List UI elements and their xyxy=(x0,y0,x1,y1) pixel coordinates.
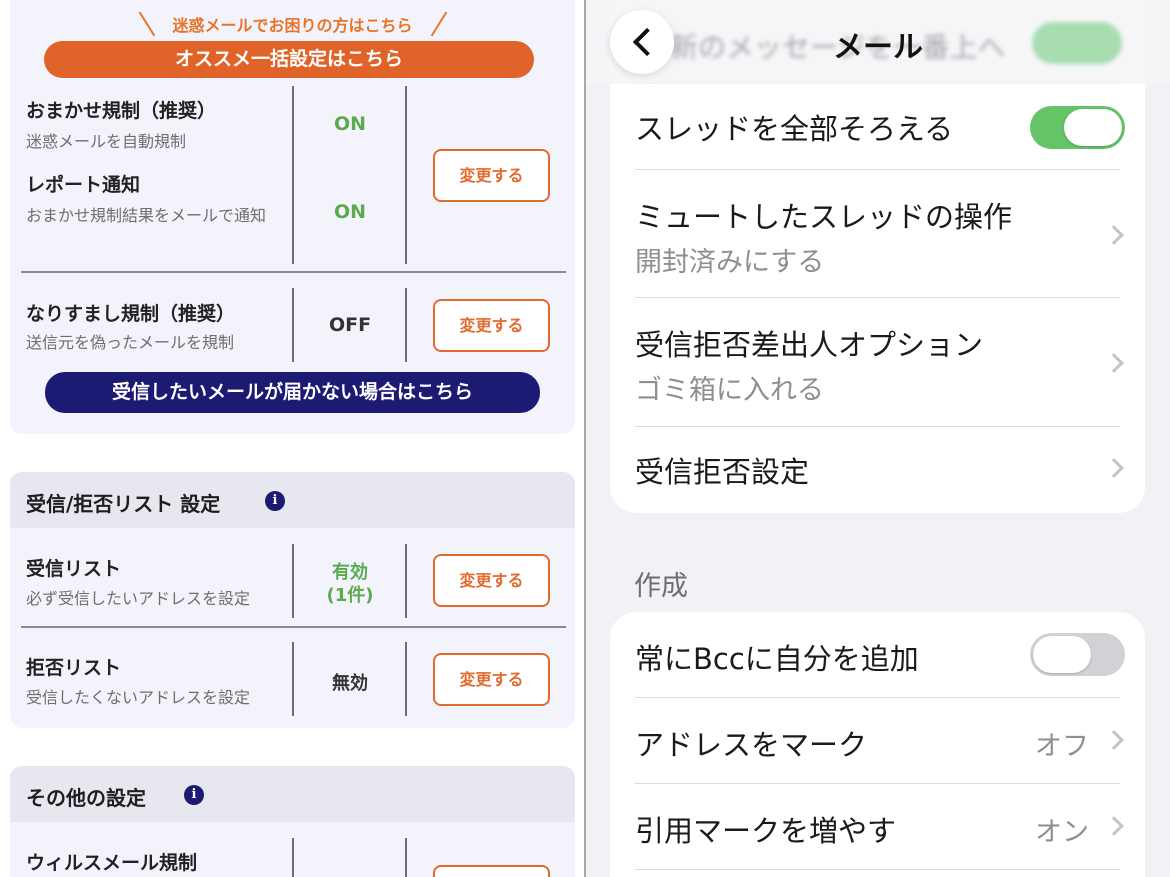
blocked-sender-label: 受信拒否差出人オプション xyxy=(635,328,984,362)
list-settings-header: 受信/拒否リスト 設定 i xyxy=(10,472,575,528)
omakase-change-button[interactable]: 変更する xyxy=(433,149,550,202)
blocked-sender-row[interactable]: 受信拒否差出人オプション ゴミ箱に入れる xyxy=(610,298,1145,426)
quote-level-row[interactable]: 引用マークを増やす オン xyxy=(610,784,1145,869)
muted-thread-value: 開封済みにする xyxy=(635,247,825,278)
other-settings-header: その他の設定 i xyxy=(10,766,575,822)
reject-list-change-button[interactable]: 変更する xyxy=(433,653,550,706)
column-divider xyxy=(405,544,407,618)
row-divider xyxy=(21,271,566,273)
report-desc: おまかせ規制結果をメールで通知 xyxy=(26,206,267,225)
back-button[interactable] xyxy=(610,10,674,74)
mark-address-row[interactable]: アドレスをマーク オフ xyxy=(610,698,1145,783)
virus-filter-change-button[interactable] xyxy=(433,865,550,877)
always-bcc-row[interactable]: 常にBccに自分を追加 xyxy=(610,612,1145,697)
left-spam-settings-panel: 迷惑メールでお困りの方はこちら オススメ一括設定はこちら おまかせ規制（推奨） … xyxy=(0,0,585,877)
omakase-desc: 迷惑メールを自動規制 xyxy=(26,132,187,151)
chevron-right-icon xyxy=(1104,353,1124,373)
not-received-button[interactable]: 受信したいメールが届かない場合はこちら xyxy=(45,372,540,413)
reject-list-desc: 受信したくないアドレスを設定 xyxy=(26,688,251,707)
quote-level-value: オン xyxy=(1035,817,1089,848)
thread-all-label: スレッドを全部そろえる xyxy=(635,112,954,146)
narisumashi-desc: 送信元を偽ったメールを規制 xyxy=(26,333,235,352)
blocked-settings-row[interactable]: 受信拒否設定 xyxy=(610,427,1145,513)
list-settings-title: 受信/拒否リスト 設定 xyxy=(26,492,221,516)
omakase-label: おまかせ規制（推奨） xyxy=(26,100,217,122)
compose-group: 常にBccに自分を追加 アドレスをマーク オフ 引用マークを増やす オン xyxy=(610,612,1145,877)
quote-level-label: 引用マークを増やす xyxy=(635,814,897,848)
column-divider xyxy=(292,86,294,264)
blocked-settings-label: 受信拒否設定 xyxy=(635,455,810,489)
narisumashi-label: なりすまし規制（推奨） xyxy=(26,303,236,325)
narisumashi-status: OFF xyxy=(328,314,372,336)
chevron-right-icon xyxy=(1104,816,1124,836)
column-divider xyxy=(292,642,294,716)
promo-text: 迷惑メールでお困りの方はこちら xyxy=(172,16,413,35)
row-separator xyxy=(635,869,1120,870)
receive-list-desc: 必ず受信したいアドレスを設定 xyxy=(26,589,251,608)
reject-list-label: 拒否リスト xyxy=(26,657,122,679)
other-settings-title: その他の設定 xyxy=(26,786,146,810)
virus-filter-label: ウィルスメール規制 xyxy=(26,852,198,874)
omakase-status: ON xyxy=(333,113,367,135)
column-divider xyxy=(405,838,407,877)
chevron-left-icon xyxy=(632,27,662,57)
thread-all-toggle[interactable] xyxy=(1030,106,1125,149)
mark-address-label: アドレスをマーク xyxy=(635,728,868,762)
receive-list-label: 受信リスト xyxy=(26,558,122,580)
muted-thread-label: ミュートしたスレッドの操作 xyxy=(635,200,1013,234)
receive-list-count: (1件) xyxy=(326,585,374,606)
report-status: ON xyxy=(333,201,367,223)
thread-all-row[interactable]: スレッドを全部そろえる xyxy=(610,84,1145,170)
toggle-knob xyxy=(1064,109,1122,146)
bulk-setting-button[interactable]: オススメ一括設定はこちら xyxy=(44,41,534,78)
chevron-right-icon xyxy=(1104,225,1124,245)
row-divider xyxy=(21,626,566,628)
column-divider xyxy=(405,288,407,362)
right-ios-mail-settings: スレッドを全部そろえる ミュートしたスレッドの操作 開封済みにする 受信拒否差出… xyxy=(586,0,1170,877)
column-divider xyxy=(405,642,407,716)
blocked-sender-value: ゴミ箱に入れる xyxy=(635,375,824,406)
always-bcc-label: 常にBccに自分を追加 xyxy=(635,642,919,676)
info-icon[interactable]: i xyxy=(184,785,204,805)
report-label: レポート通知 xyxy=(26,174,141,196)
always-bcc-toggle[interactable] xyxy=(1030,633,1125,676)
column-divider xyxy=(292,838,294,877)
info-icon[interactable]: i xyxy=(265,491,285,511)
chevron-right-icon xyxy=(1104,730,1124,750)
mark-address-value: オフ xyxy=(1035,731,1089,762)
muted-thread-row[interactable]: ミュートしたスレッドの操作 開封済みにする xyxy=(610,170,1145,298)
column-divider xyxy=(405,86,407,264)
column-divider xyxy=(292,544,294,618)
chevron-right-icon xyxy=(1104,458,1124,478)
compose-section-title: 作成 xyxy=(634,571,688,602)
narisumashi-change-button[interactable]: 変更する xyxy=(433,299,550,352)
screenshot: 迷惑メールでお困りの方はこちら オススメ一括設定はこちら おまかせ規制（推奨） … xyxy=(0,0,1170,877)
reject-list-status: 無効 xyxy=(332,673,368,694)
receive-list-change-button[interactable]: 変更する xyxy=(433,554,550,607)
toggle-knob xyxy=(1033,636,1091,673)
column-divider xyxy=(292,288,294,362)
